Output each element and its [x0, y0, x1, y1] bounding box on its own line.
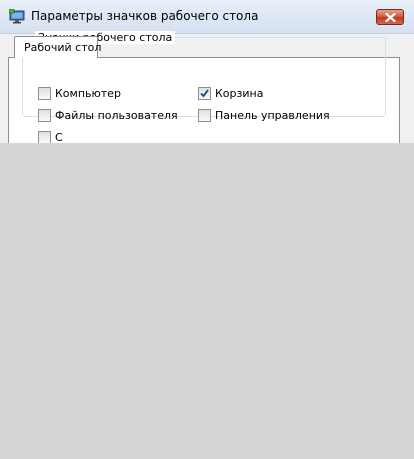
checkmark-icon: [200, 89, 209, 98]
tab-desktop[interactable]: Рабочий стол: [14, 36, 102, 58]
title-bar[interactable]: Параметры значков рабочего стола: [0, 0, 414, 34]
close-button[interactable]: [376, 9, 404, 25]
checkbox-label: Компьютер: [55, 87, 121, 100]
window-title: Параметры значков рабочего стола: [31, 9, 259, 23]
tab-desktop-label: Рабочий стол: [24, 41, 102, 54]
checkbox-label: С: [55, 131, 63, 143]
checkbox-label: Корзина: [215, 87, 264, 100]
occluded-region: [0, 143, 414, 459]
desktop-settings-icon: [9, 9, 25, 24]
checkbox-box[interactable]: [198, 87, 211, 100]
checkbox-label: Файлы пользователя: [55, 109, 178, 122]
checkbox-box[interactable]: [38, 87, 51, 100]
checkbox-box[interactable]: [38, 109, 51, 122]
checkbox-box[interactable]: [198, 109, 211, 122]
checkbox-box[interactable]: [38, 131, 51, 143]
close-icon: [385, 13, 396, 22]
dialog-window: Параметры значков рабочего стола Рабочий…: [0, 0, 414, 143]
checkbox-label: Панель управления: [215, 109, 330, 122]
